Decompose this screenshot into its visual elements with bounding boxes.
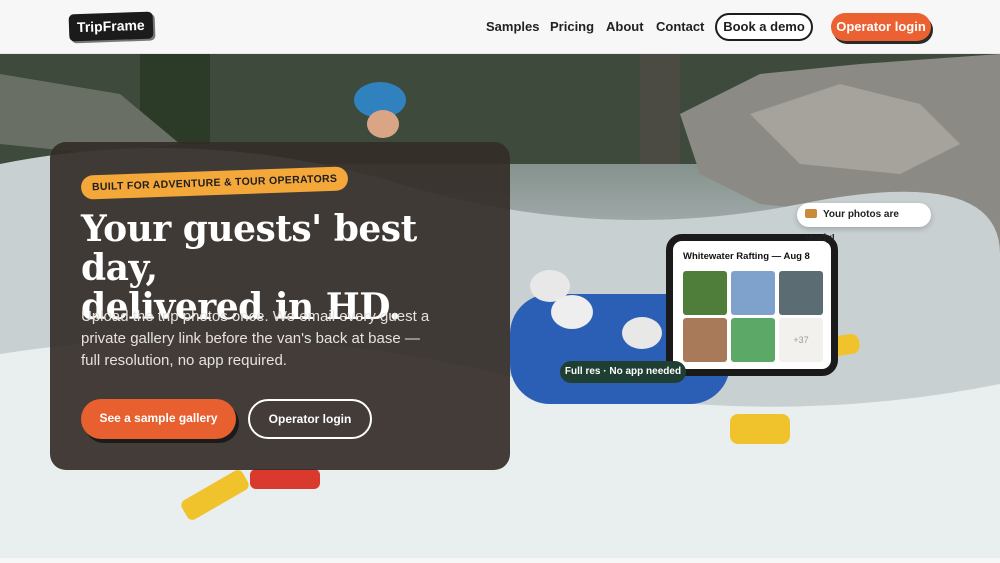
gallery-thumb-kayak xyxy=(731,318,775,362)
gallery-thumb-team xyxy=(779,271,823,315)
nav-link-samples[interactable]: Samples xyxy=(486,19,539,34)
headline-line-1: Your guests' best day, xyxy=(81,208,417,289)
operator-login-button[interactable]: Operator login xyxy=(248,399,372,439)
page-bottom-strip xyxy=(0,558,1000,563)
guide-face xyxy=(367,110,399,138)
gallery-more-count: +37 xyxy=(779,318,823,362)
book-demo-button[interactable]: Book a demo xyxy=(715,13,813,41)
gallery-title: Whitewater Rafting — Aug 8 xyxy=(683,251,810,262)
sample-gallery-button[interactable]: See a sample gallery xyxy=(81,399,236,439)
gallery-thumb-sky xyxy=(731,271,775,315)
hero-subtitle: Upload the trip photos once. We email ev… xyxy=(81,308,430,369)
gallery-thumb-sunset xyxy=(683,318,727,362)
raft-front xyxy=(250,469,320,489)
nav-link-about[interactable]: About xyxy=(606,19,644,34)
brand-logo[interactable]: TripFrame xyxy=(68,11,154,42)
operator-login-nav-button[interactable]: Operator login xyxy=(831,13,931,41)
tree-trunk xyxy=(640,54,680,164)
feature-badge: Full res · No app needed xyxy=(560,361,686,383)
rafter-helmet-2 xyxy=(551,295,593,329)
top-nav: TripFrame Samples Pricing About Contact … xyxy=(0,0,1000,54)
paddle-2 xyxy=(730,414,790,444)
gallery-preview-card: Whitewater Rafting — Aug 8 +37 xyxy=(666,234,838,376)
photos-ready-toast: Your photos are ready! xyxy=(797,203,931,244)
nav-link-contact[interactable]: Contact xyxy=(656,19,704,34)
gallery-thumb-group xyxy=(683,271,727,315)
nav-link-pricing[interactable]: Pricing xyxy=(550,19,594,34)
photo-icon xyxy=(805,209,817,218)
rafter-helmet-3 xyxy=(622,317,662,349)
